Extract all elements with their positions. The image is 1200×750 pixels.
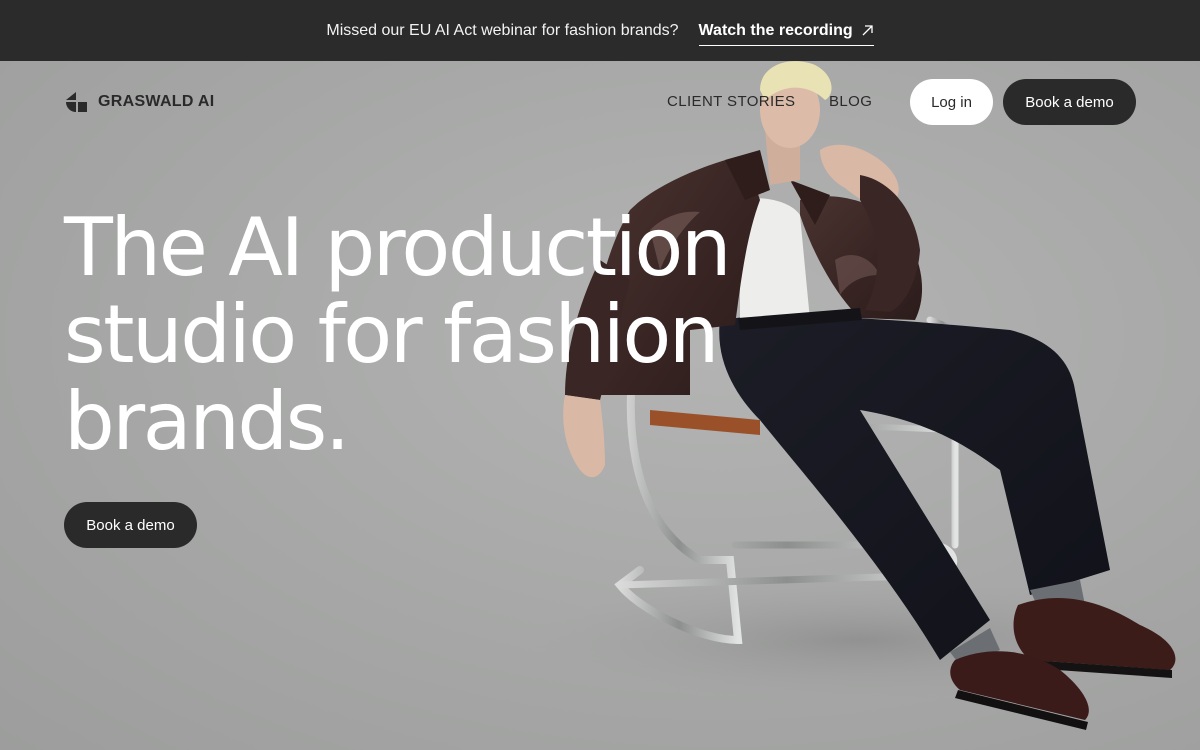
watch-recording-link[interactable]: Watch the recording bbox=[698, 21, 874, 46]
headline-line-1: The AI production bbox=[64, 201, 732, 294]
nav-link-client-stories[interactable]: CLIENT STORIES bbox=[667, 93, 795, 110]
book-demo-nav-button[interactable]: Book a demo bbox=[1003, 79, 1136, 125]
announcement-bar: Missed our EU AI Act webinar for fashion… bbox=[0, 0, 1200, 61]
headline-line-3: brands. bbox=[64, 375, 350, 468]
graswald-logo-icon bbox=[66, 92, 87, 112]
login-button[interactable]: Log in bbox=[910, 79, 993, 125]
brand-name: GRASWALD AI bbox=[98, 93, 215, 110]
arrow-up-right-icon bbox=[862, 25, 873, 36]
hero-headline: The AI production studio for fashion bra… bbox=[64, 204, 744, 465]
headline-line-2: studio for fashion bbox=[64, 288, 720, 381]
book-demo-hero-button[interactable]: Book a demo bbox=[64, 502, 197, 548]
nav-link-blog[interactable]: BLOG bbox=[829, 93, 872, 110]
top-nav: GRASWALD AI CLIENT STORIES BLOG Log in B… bbox=[0, 61, 1200, 143]
brand-logo-link[interactable]: GRASWALD AI bbox=[64, 90, 214, 114]
watch-recording-label: Watch the recording bbox=[698, 21, 853, 39]
announcement-message: Missed our EU AI Act webinar for fashion… bbox=[326, 21, 679, 39]
